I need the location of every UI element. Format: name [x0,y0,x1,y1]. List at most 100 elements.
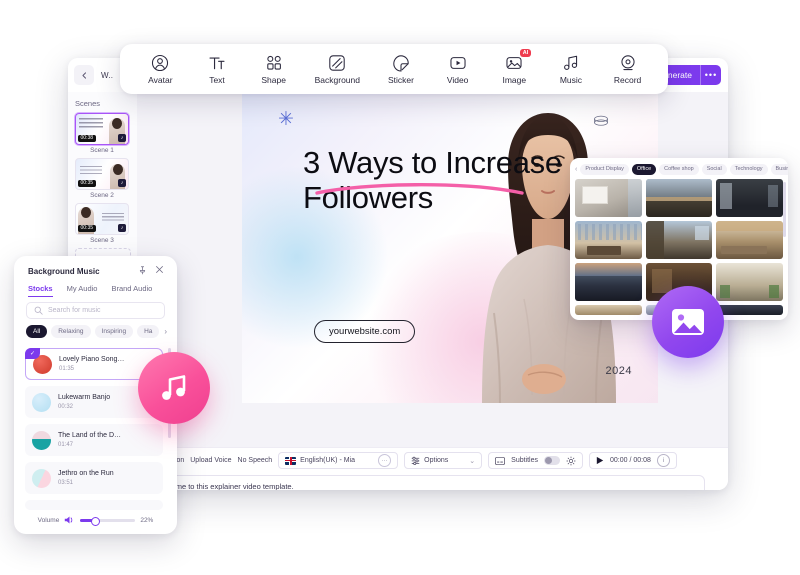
chevron-left-icon [81,71,86,79]
tab-my-audio[interactable]: My Audio [67,284,98,297]
track-name: The Land of the D… [58,432,122,440]
music-chip-all[interactable]: All [26,325,48,338]
toolbar-item-music[interactable]: Music [544,54,598,85]
scene-caption: Scene 1 [90,147,114,154]
music-feature-bubble[interactable] [138,352,210,424]
music-track-item[interactable]: The Land of the D… 01:47 [25,424,163,456]
options-selector[interactable]: Options ⌄ [404,452,483,469]
image-thumbnail[interactable] [716,263,783,301]
scene-duration: 00:38 [78,135,96,142]
scene-duration: 00:35 [78,180,96,187]
ai-badge: AI [519,48,532,58]
music-chip-happy[interactable]: Ha [137,325,160,338]
image-thumbnail[interactable] [645,221,713,259]
music-search-placeholder: Search for music [48,307,101,314]
subtitles-group[interactable]: Subtitles [488,452,584,469]
scene-thumbnail[interactable]: 00:35 ♪ [75,158,129,190]
image-category-chip[interactable]: Product Display [580,163,629,175]
image-thumbnail[interactable] [716,305,783,315]
subtitle-icon [495,456,506,465]
music-chip-relaxing[interactable]: Relaxing [51,325,91,338]
image-category-chip[interactable]: Office [631,163,657,175]
toolbar-item-record[interactable]: Record [601,54,655,85]
track-name: Lovely Piano Song… [59,356,125,364]
no-speech-button[interactable]: No Speech [238,457,273,464]
sliders-icon [411,456,420,465]
image-category-chip[interactable]: Technology [729,163,768,175]
toolbar-item-avatar[interactable]: Avatar [133,54,187,85]
script-textarea[interactable]: Welcome to this explainer video template… [145,475,705,490]
image-thumbnail[interactable] [575,179,642,217]
image-thumbnail[interactable] [716,179,783,217]
options-label: Options [424,457,449,464]
toolbar-label: Shape [261,74,286,85]
track-selected-check: ✓ [25,348,40,359]
image-thumbnail[interactable] [716,221,783,259]
toolbar-item-image[interactable]: AI Image [487,48,541,85]
image-panel-scrollbar[interactable] [783,182,786,237]
voice-selector[interactable]: English(UK) - Mia ··· [278,452,399,469]
track-duration: 03:51 [58,479,74,486]
toolbar-item-sticker[interactable]: Sticker [374,54,428,85]
scene-list-item[interactable]: 00:38 ♪ Scene 1 [75,113,129,154]
uk-flag-icon [285,456,297,465]
music-search-input[interactable]: Search for music [26,302,165,319]
image-category-chip[interactable]: Coffee shop [659,163,699,175]
music-track-item[interactable] [25,500,163,510]
track-duration: 01:35 [59,365,75,372]
music-filter-chips: All Relaxing Inspiring Ha › [26,325,171,338]
volume-control[interactable]: Volume 22% [14,515,177,526]
music-panel-title: Background Music [28,267,100,276]
image-thumbnail[interactable] [645,179,713,217]
image-thumbnail[interactable] [575,221,642,259]
tab-brand-audio[interactable]: Brand Audio [111,284,152,297]
background-icon [329,54,346,71]
subtitles-toggle[interactable] [544,456,561,465]
speaker-icon[interactable] [64,515,75,525]
image-thumbnail[interactable] [575,305,642,315]
toolbar-item-video[interactable]: Video [431,54,485,85]
toolbar-label: Avatar [148,74,173,85]
music-note-icon [162,375,186,400]
scene-list-item[interactable]: 00:35 ♪ Scene 3 [75,203,129,244]
chevron-left-icon[interactable]: ‹ [575,166,577,173]
back-button[interactable] [74,65,94,85]
scene-caption: Scene 3 [90,237,114,244]
tab-stocks[interactable]: Stocks [28,284,53,297]
image-feature-bubble[interactable] [652,286,724,358]
shape-icon [266,55,281,70]
website-pill[interactable]: yourwebsite.com [314,320,416,343]
scene-caption: Scene 2 [90,192,114,199]
toolbar-item-text[interactable]: Text [190,54,244,85]
chevron-right-icon[interactable]: › [164,327,167,336]
search-icon [34,306,43,315]
volume-slider[interactable] [80,516,136,526]
pin-icon[interactable] [138,266,147,277]
play-icon[interactable] [596,456,604,465]
scene-list-item[interactable]: 00:35 ♪ Scene 2 [75,158,129,199]
info-icon[interactable]: i [656,454,670,467]
image-category-chip[interactable]: Social [701,163,727,175]
image-category-chip[interactable]: Business [770,163,788,175]
scene-thumbnail[interactable]: 00:38 ♪ [75,113,129,145]
playback-time: 00:00 / 00:08 [610,457,651,464]
track-artwork [32,392,51,412]
image-picture-icon [672,309,704,335]
toolbar-item-background[interactable]: Background [303,54,371,85]
music-track-item[interactable]: Jethro on the Run 03:51 [25,462,163,494]
sticker-icon [393,54,409,71]
music-chip-inspiring[interactable]: Inspiring [94,325,134,338]
chevron-down-icon[interactable]: ⌄ [469,457,475,465]
playback-group[interactable]: 00:00 / 00:08 i [589,452,677,469]
scene-thumbnail[interactable]: 00:35 ♪ [75,203,129,235]
toolbar-item-shape[interactable]: Shape [247,54,301,85]
ellipsis-circle-icon[interactable]: ··· [378,454,392,467]
volume-slider-knob[interactable] [91,516,101,526]
track-name: Jethro on the Run [58,470,114,478]
close-icon[interactable] [155,265,164,277]
image-thumbnail[interactable] [575,263,642,301]
scene-music-icon: ♪ [118,134,126,142]
gear-icon[interactable] [566,456,576,466]
generate-more-button[interactable]: ••• [700,65,721,85]
upload-voice-button[interactable]: Upload Voice [190,457,231,464]
